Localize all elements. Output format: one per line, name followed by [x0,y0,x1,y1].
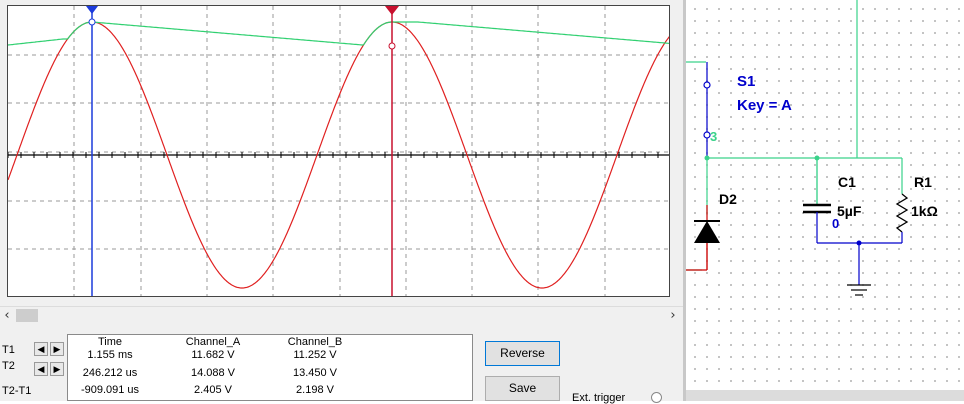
oscilloscope-screen[interactable] [7,5,670,297]
resistor-name-label: R1 [914,174,932,190]
resistor-r1-symbol[interactable] [895,193,909,243]
t2-time-value: 246.212 us [82,367,138,379]
t1-channel-b-value: 11.252 V [293,349,337,361]
channel-b-header: Channel_B [287,336,343,348]
ext-trigger-label: Ext. trigger [572,392,626,404]
diode-name-label: D2 [719,191,737,207]
t2-channel-b-value: 13.450 V [292,367,338,379]
capacitor-c1-symbol[interactable] [803,158,831,243]
resistor-value-label: 1kΩ [911,203,938,219]
cursor-2-intersect [388,42,396,50]
junction-dot [704,155,710,161]
node-0-label: 0 [832,216,839,231]
schematic-bottom-strip [686,390,964,401]
schematic-wires [686,0,903,271]
schematic-canvas[interactable]: S1 Key = A 3 D2 C1 5µF 0 R1 1kΩ [686,0,964,401]
t1-time-value: 1.155 ms [87,349,133,361]
scroll-thumb[interactable] [16,309,38,322]
t1-channel-a-value: 11.682 V [191,349,235,361]
junction-dot [856,240,862,246]
capacitor-value-label: 5µF [837,203,862,219]
scroll-right-icon[interactable]: › [666,307,680,325]
cursor-readout-table: Time Channel_A Channel_B 1.155 ms 11.682… [67,334,473,401]
cursor-1-marker-icon [86,6,98,14]
switch-name-label: S1 [737,73,755,90]
delta-time-value: -909.091 us [80,384,140,396]
channel-b-trace [8,21,669,46]
node-3-label: 3 [710,129,717,144]
ground-icon [847,284,871,296]
scroll-left-icon[interactable]: ‹ [0,307,14,325]
channel-a-header: Channel_A [185,336,241,348]
capacitor-name-label: C1 [838,174,856,190]
delta-channel-a-value: 2.405 V [194,384,232,396]
diode-d2-symbol[interactable] [686,205,720,271]
delta-channel-b-value: 2.198 V [296,384,334,396]
ground-net [817,242,902,285]
t2-left-button[interactable]: ◀ [34,362,48,376]
oscilloscope-window: ‹ › T1 ◀ ▶ T2 ◀ ▶ T2-T1 Time Channel_A C… [0,0,683,404]
switch-key-label: Key = A [737,97,792,114]
save-button[interactable]: Save [485,376,560,401]
t2t1-label: T2-T1 [2,385,32,397]
ext-trigger-radio[interactable] [651,392,662,403]
t2-channel-a-value: 14.088 V [190,367,236,379]
schematic-drawing: S1 Key = A 3 D2 C1 5µF 0 R1 1kΩ [686,0,938,296]
cursor-1-intersect [88,18,96,26]
reverse-button[interactable]: Reverse [485,341,560,366]
waveform-plot [8,6,669,296]
t1-label: T1 [2,344,15,356]
horizontal-scrollbar[interactable]: ‹ › [0,306,683,325]
cursor-2-marker-icon [385,6,399,15]
time-header: Time [97,336,123,348]
t2-label: T2 [2,360,15,372]
t1-left-button[interactable]: ◀ [34,342,48,356]
